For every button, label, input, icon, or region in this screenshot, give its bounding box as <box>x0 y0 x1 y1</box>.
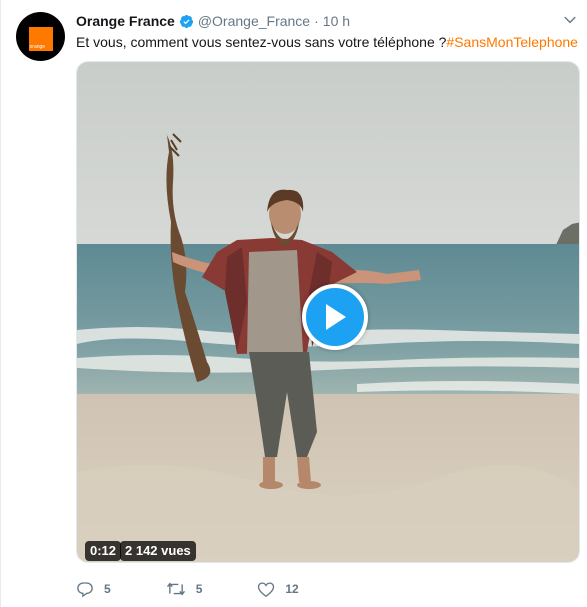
author-handle[interactable]: @Orange_France <box>198 13 310 29</box>
orange-logo-icon: orange <box>28 26 53 51</box>
video-views: 2 142 vues <box>120 541 196 561</box>
tweet-card[interactable]: orange Orange France @Orange_France · 10… <box>0 0 587 607</box>
tweet-text: Et vous, comment vous sentez-vous sans v… <box>76 33 578 51</box>
avatar-logo-text: orange <box>29 43 46 50</box>
avatar[interactable]: orange <box>16 12 65 61</box>
retweet-icon <box>166 582 185 596</box>
reply-icon <box>77 582 93 598</box>
tweet-actions: 5 5 12 <box>76 579 354 599</box>
separator-dot: · <box>314 13 319 29</box>
reply-button[interactable]: 5 <box>76 580 111 598</box>
tweet-header: Orange France @Orange_France · 10 h <box>76 11 350 31</box>
like-button[interactable]: 12 <box>257 581 299 598</box>
retweet-button[interactable]: 5 <box>166 580 203 598</box>
play-icon <box>326 304 346 330</box>
video-duration: 0:12 <box>85 541 122 561</box>
author-name[interactable]: Orange France <box>76 13 175 29</box>
chevron-down-icon[interactable] <box>563 13 577 27</box>
video-player[interactable]: 0:12 2 142 vues <box>76 61 580 563</box>
play-button[interactable] <box>302 284 368 350</box>
like-count: 12 <box>285 582 299 596</box>
reply-count: 5 <box>104 582 111 596</box>
verified-icon <box>179 14 193 28</box>
tweet-time[interactable]: 10 h <box>323 13 350 29</box>
retweet-count: 5 <box>195 582 203 596</box>
tweet-text-body: Et vous, comment vous sentez-vous sans v… <box>76 34 447 50</box>
hashtag-link[interactable]: #SansMonTelephone <box>446 34 578 50</box>
like-icon <box>258 581 275 597</box>
